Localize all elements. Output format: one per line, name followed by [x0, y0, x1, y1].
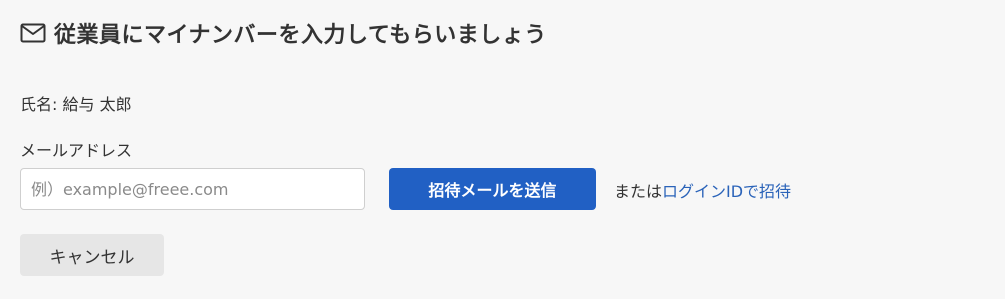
page-header: 従業員にマイナンバーを入力してもらいましょう [20, 17, 547, 49]
page-title: 従業員にマイナンバーを入力してもらいましょう [54, 23, 547, 48]
employee-name: 氏名: 給与 太郎 [20, 95, 132, 114]
alternative-invite-text: またはログインIDで招待 [614, 178, 791, 202]
email-label: メールアドレス [20, 141, 133, 160]
send-invite-button[interactable]: 招待メールを送信 [389, 168, 596, 210]
mail-icon [20, 23, 46, 43]
or-label: または [614, 182, 663, 201]
cancel-button[interactable]: キャンセル [20, 234, 164, 276]
email-input[interactable] [20, 168, 365, 210]
login-id-invite-link[interactable]: ログインIDで招待 [662, 182, 791, 201]
